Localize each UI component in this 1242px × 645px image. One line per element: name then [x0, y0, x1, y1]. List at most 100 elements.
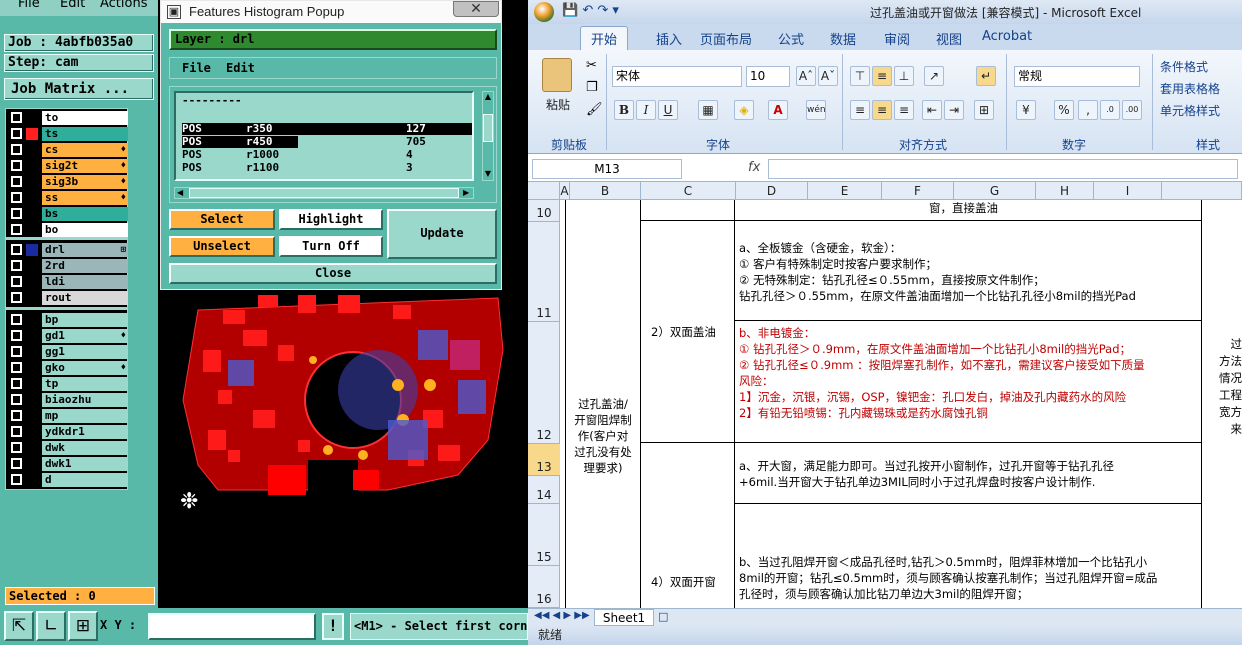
- layer-checkbox[interactable]: [11, 394, 22, 405]
- layer-name[interactable]: gg1: [42, 345, 128, 359]
- zoom-fit-icon[interactable]: ⇱: [4, 611, 34, 641]
- conditional-format-button[interactable]: 条件格式: [1160, 58, 1208, 75]
- layer-color-chip[interactable]: [26, 426, 38, 438]
- name-box[interactable]: M13: [532, 159, 682, 179]
- border-icon[interactable]: ▦: [698, 100, 718, 120]
- align-top-icon[interactable]: ⊤: [850, 66, 870, 86]
- vertical-scrollbar[interactable]: ▲ ▼: [482, 91, 494, 181]
- merge-center-icon[interactable]: ⊞: [974, 100, 994, 120]
- layer-name[interactable]: 2rd: [42, 259, 128, 273]
- histogram-row[interactable]: POS r450 705: [182, 136, 472, 148]
- layer-name[interactable]: tp: [42, 377, 128, 391]
- ribbon-tab[interactable]: 页面布局: [690, 27, 762, 50]
- font-name-select[interactable]: 宋体: [612, 66, 742, 87]
- paste-label[interactable]: 粘贴: [546, 96, 570, 113]
- wrap-text-icon[interactable]: ↵: [976, 66, 996, 86]
- layer-name[interactable]: d: [42, 473, 128, 487]
- number-format-select[interactable]: 常规: [1014, 66, 1140, 87]
- layer-checkbox[interactable]: [11, 244, 22, 255]
- layer-checkbox[interactable]: [11, 458, 22, 469]
- scroll-right-icon[interactable]: ▶: [463, 188, 469, 197]
- horizontal-scrollbar[interactable]: ◀ ▶: [174, 187, 474, 199]
- layer-row-bo[interactable]: bo: [8, 223, 129, 237]
- popup-close-button[interactable]: ✕: [453, 1, 499, 17]
- layer-row-ss[interactable]: ss ♦: [8, 191, 129, 205]
- layer-color-chip[interactable]: [26, 144, 38, 156]
- layer-checkbox[interactable]: [11, 224, 22, 235]
- layer-color-chip[interactable]: [26, 208, 38, 220]
- office-button-icon[interactable]: [534, 2, 554, 22]
- close-button[interactable]: Close: [169, 263, 497, 284]
- fill-color-icon[interactable]: ◈: [734, 100, 754, 120]
- orientation-icon[interactable]: ↗: [924, 66, 944, 86]
- decrease-decimal-icon[interactable]: .00: [1122, 100, 1142, 120]
- column-header[interactable]: H: [1036, 182, 1094, 200]
- layer-row-ts[interactable]: ts: [8, 127, 129, 141]
- layer-checkbox[interactable]: [11, 276, 22, 287]
- layer-checkbox[interactable]: [11, 346, 22, 357]
- layer-color-chip[interactable]: [26, 330, 38, 342]
- layer-row-bs[interactable]: bs: [8, 207, 129, 221]
- layer-name[interactable]: to: [42, 111, 128, 125]
- layer-color-chip[interactable]: [26, 442, 38, 454]
- unselect-button[interactable]: Unselect: [169, 236, 275, 257]
- menu-actions[interactable]: Actions: [100, 0, 148, 11]
- layer-name[interactable]: gd1 ♦: [42, 329, 128, 343]
- comma-icon[interactable]: ,: [1078, 100, 1098, 120]
- align-center-icon[interactable]: ≡: [872, 100, 892, 120]
- histogram-row[interactable]: POS r350 127: [182, 123, 472, 135]
- layer-name[interactable]: gko ♦: [42, 361, 128, 375]
- column-header[interactable]: E: [808, 182, 882, 200]
- measure-icon[interactable]: ∟: [36, 611, 66, 641]
- layer-name[interactable]: mp: [42, 409, 128, 423]
- hscroll-thumb[interactable]: [189, 188, 459, 198]
- shrink-font-icon[interactable]: Aˇ: [818, 66, 838, 86]
- increase-decimal-icon[interactable]: .0: [1100, 100, 1120, 120]
- layer-checkbox[interactable]: [11, 442, 22, 453]
- ribbon-tab[interactable]: 视图: [926, 27, 972, 50]
- layer-name[interactable]: dwk1: [42, 457, 128, 471]
- italic-icon[interactable]: I: [636, 100, 656, 120]
- layer-checkbox[interactable]: [11, 314, 22, 325]
- layer-checkbox[interactable]: [11, 208, 22, 219]
- layer-name[interactable]: ss ♦: [42, 191, 128, 205]
- column-header[interactable]: D: [736, 182, 808, 200]
- layer-color-chip[interactable]: [26, 410, 38, 422]
- layer-color-chip[interactable]: [26, 224, 38, 236]
- format-painter-icon[interactable]: 🖌: [586, 102, 603, 117]
- layer-row-mp[interactable]: mp: [8, 409, 129, 423]
- layer-color-chip[interactable]: [26, 474, 38, 486]
- layer-row-ydkdr1[interactable]: ydkdr1: [8, 425, 129, 439]
- menu-edit[interactable]: Edit: [60, 0, 85, 11]
- grow-font-icon[interactable]: Aˆ: [796, 66, 816, 86]
- layer-checkbox[interactable]: [11, 410, 22, 421]
- row-header[interactable]: 14: [528, 476, 560, 504]
- layer-color-chip[interactable]: [26, 112, 38, 124]
- column-header[interactable]: F: [882, 182, 954, 200]
- layer-checkbox[interactable]: [11, 160, 22, 171]
- scroll-thumb[interactable]: [483, 114, 493, 142]
- fx-icon[interactable]: fx: [748, 160, 760, 175]
- layer-row-2rd[interactable]: 2rd: [8, 259, 129, 273]
- formula-input[interactable]: [768, 159, 1238, 179]
- column-header[interactable]: G: [954, 182, 1036, 200]
- row-header[interactable]: 10: [528, 200, 560, 222]
- layer-row-rout[interactable]: rout: [8, 291, 129, 305]
- layer-row-sig3b[interactable]: sig3b ♦: [8, 175, 129, 189]
- layer-color-chip[interactable]: [26, 276, 38, 288]
- layer-name[interactable]: cs ♦: [42, 143, 128, 157]
- histogram-list[interactable]: --------- POS r350 127 POS r450 705 POS r1000 4 P…: [174, 91, 474, 181]
- popup-menu-file[interactable]: File: [182, 61, 211, 75]
- quick-access-icons[interactable]: 💾 ↶ ↷ ▾: [562, 3, 619, 18]
- layer-name[interactable]: bo: [42, 223, 128, 237]
- cell-styles-button[interactable]: 单元格样式: [1160, 102, 1220, 119]
- job-matrix-button[interactable]: Job Matrix ...: [4, 78, 154, 100]
- layer-name[interactable]: sig2t ♦: [42, 159, 128, 173]
- layer-color-chip[interactable]: [26, 292, 38, 304]
- layer-checkbox[interactable]: [11, 144, 22, 155]
- layer-checkbox[interactable]: [11, 176, 22, 187]
- percent-icon[interactable]: %: [1054, 100, 1074, 120]
- layer-color-chip[interactable]: [26, 176, 38, 188]
- layer-row-biaozhu[interactable]: biaozhu: [8, 393, 129, 407]
- layer-row-cs[interactable]: cs ♦: [8, 143, 129, 157]
